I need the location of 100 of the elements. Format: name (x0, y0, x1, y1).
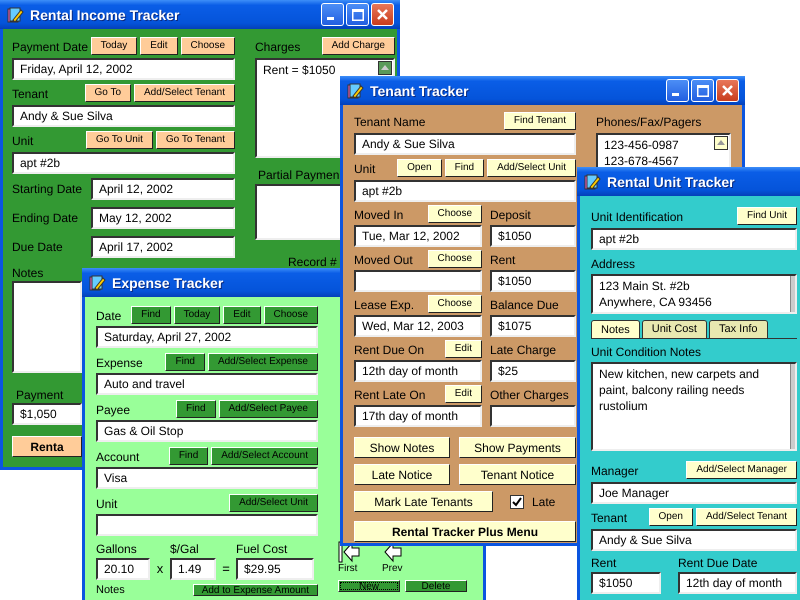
action-button[interactable]: Edit (444, 340, 482, 358)
text-field[interactable]: Andy & Sue Silva (12, 105, 235, 127)
action-button[interactable]: Add/Select Unit (229, 494, 318, 512)
text-field[interactable]: Gas & Oil Stop (96, 420, 318, 442)
text-field[interactable] (96, 514, 318, 536)
text-field[interactable]: $25 (490, 360, 576, 382)
action-button[interactable]: Find (131, 306, 171, 324)
action-button[interactable]: Choose (428, 205, 482, 223)
text-field[interactable]: $1050 (591, 572, 661, 594)
text-field[interactable]: Wed, Mar 12, 2003 (354, 315, 482, 337)
action-button[interactable]: Edit (223, 306, 261, 324)
action-button[interactable]: Find (165, 353, 205, 371)
text-field[interactable]: April 12, 2002 (91, 178, 235, 200)
scroll-up-button[interactable] (378, 61, 392, 75)
text-field[interactable]: Andy & Sue Silva (591, 529, 797, 551)
action-button[interactable]: Open (397, 159, 442, 177)
action-button[interactable]: Find Tenant (504, 112, 576, 130)
action-button[interactable]: New (338, 580, 400, 592)
text-field[interactable]: May 12, 2002 (91, 207, 235, 229)
address-line: 123 Main St. #2b (599, 278, 691, 294)
tab[interactable]: Tax Info (709, 320, 768, 338)
action-button[interactable]: Add/Select Payee (218, 400, 318, 418)
text-field[interactable] (490, 405, 576, 427)
action-button[interactable]: Add Charge (322, 37, 395, 55)
text-field[interactable]: 12th day of month (678, 572, 797, 594)
field-label: Fuel Cost (236, 541, 288, 557)
text-field[interactable]: Tue, Mar 12, 2002 (354, 225, 482, 247)
action-button[interactable]: Go To Unit (86, 131, 153, 149)
notes-field[interactable] (12, 281, 82, 373)
scrollbar[interactable] (790, 364, 795, 449)
nav-button[interactable]: First (338, 540, 368, 574)
notes-field[interactable]: New kitchen, new carpets and paint, balcony railing needs rustolium (591, 362, 797, 451)
text-field[interactable]: 17th day of month (354, 405, 482, 427)
text-field[interactable]: Joe Manager (591, 482, 797, 504)
action-button[interactable]: Find Unit (736, 207, 797, 225)
checkbox[interactable] (510, 494, 524, 508)
tab[interactable]: Notes (591, 320, 640, 338)
scrollbar[interactable] (790, 276, 795, 312)
text-field[interactable]: Andy & Sue Silva (354, 133, 576, 155)
text-field[interactable]: Saturday, April 27, 2002 (96, 326, 318, 348)
action-button[interactable]: Late Notice (354, 464, 450, 485)
minimize-button[interactable] (666, 79, 689, 102)
action-button[interactable]: Add/Select Tenant (134, 84, 235, 102)
maximize-button[interactable] (346, 3, 369, 26)
nav-button[interactable]: Prev (382, 540, 412, 574)
field-label: Gallons (96, 541, 138, 557)
text-field[interactable]: $29.95 (236, 558, 314, 580)
text-field[interactable]: 20.10 (96, 558, 150, 580)
list-item[interactable]: 123-678-4567 (604, 153, 679, 169)
text-field[interactable]: 1.49 (170, 558, 216, 580)
action-button[interactable]: Delete (405, 580, 467, 592)
address-field[interactable]: 123 Main St. #2b Anywhere, CA 93456 (591, 274, 797, 314)
close-button[interactable] (371, 3, 394, 26)
action-button[interactable]: Find (168, 447, 208, 465)
list-item[interactable]: 123-456-0987 (604, 137, 679, 153)
action-button[interactable]: Mark Late Tenants (354, 491, 493, 512)
action-button[interactable]: Show Payments (459, 437, 576, 458)
action-button[interactable]: Find (176, 400, 216, 418)
text-field[interactable]: Visa (96, 467, 318, 489)
action-button[interactable]: Tenant Notice (459, 464, 576, 485)
action-button[interactable]: Today (174, 306, 220, 324)
action-button[interactable]: Add/Select Account (211, 447, 318, 465)
list-item[interactable]: Rent = $1050 (263, 62, 336, 78)
text-field[interactable]: $1050 (490, 270, 576, 292)
text-field[interactable]: apt #2b (12, 152, 235, 174)
menu-button[interactable]: Renta (12, 436, 82, 457)
close-button[interactable] (716, 79, 739, 102)
action-button[interactable]: Find (444, 159, 484, 177)
action-button[interactable]: Add/Select Expense (208, 353, 318, 371)
action-button[interactable]: Edit (140, 37, 178, 55)
text-field[interactable]: Friday, April 12, 2002 (12, 58, 235, 80)
action-button[interactable]: Go To Tenant (156, 131, 235, 149)
action-button[interactable]: Choose (180, 37, 235, 55)
action-button[interactable]: Choose (428, 250, 482, 268)
text-field[interactable]: $1050 (490, 225, 576, 247)
text-field[interactable]: Auto and travel (96, 373, 318, 395)
menu-button[interactable]: Rental Tracker Plus Menu (354, 521, 576, 542)
action-button[interactable]: Choose (264, 306, 318, 324)
scroll-up-button[interactable] (714, 136, 728, 150)
field-label: Tenant (591, 510, 628, 526)
text-field[interactable]: apt #2b (354, 180, 576, 202)
text-field[interactable]: $1075 (490, 315, 576, 337)
maximize-button[interactable] (691, 79, 714, 102)
action-button[interactable]: Today (90, 37, 138, 55)
action-button[interactable]: Add/Select Manager (686, 461, 797, 479)
action-button[interactable]: Open (648, 508, 693, 526)
text-field[interactable]: April 17, 2002 (91, 236, 235, 258)
action-button[interactable]: Choose (428, 295, 482, 313)
minimize-button[interactable] (321, 3, 344, 26)
text-field[interactable]: $1,050 (12, 403, 82, 425)
action-button[interactable]: Add/Select Tenant (696, 508, 797, 526)
text-field[interactable]: apt #2b (591, 228, 797, 250)
action-button[interactable]: Add to Expense Amount (192, 584, 318, 596)
text-field[interactable] (354, 270, 482, 292)
text-field[interactable]: 12th day of month (354, 360, 482, 382)
tab[interactable]: Unit Cost (642, 320, 707, 338)
action-button[interactable]: Add/Select Unit (487, 159, 576, 177)
action-button[interactable]: Show Notes (354, 437, 450, 458)
action-button[interactable]: Edit (444, 385, 482, 403)
action-button[interactable]: Go To (84, 84, 131, 102)
